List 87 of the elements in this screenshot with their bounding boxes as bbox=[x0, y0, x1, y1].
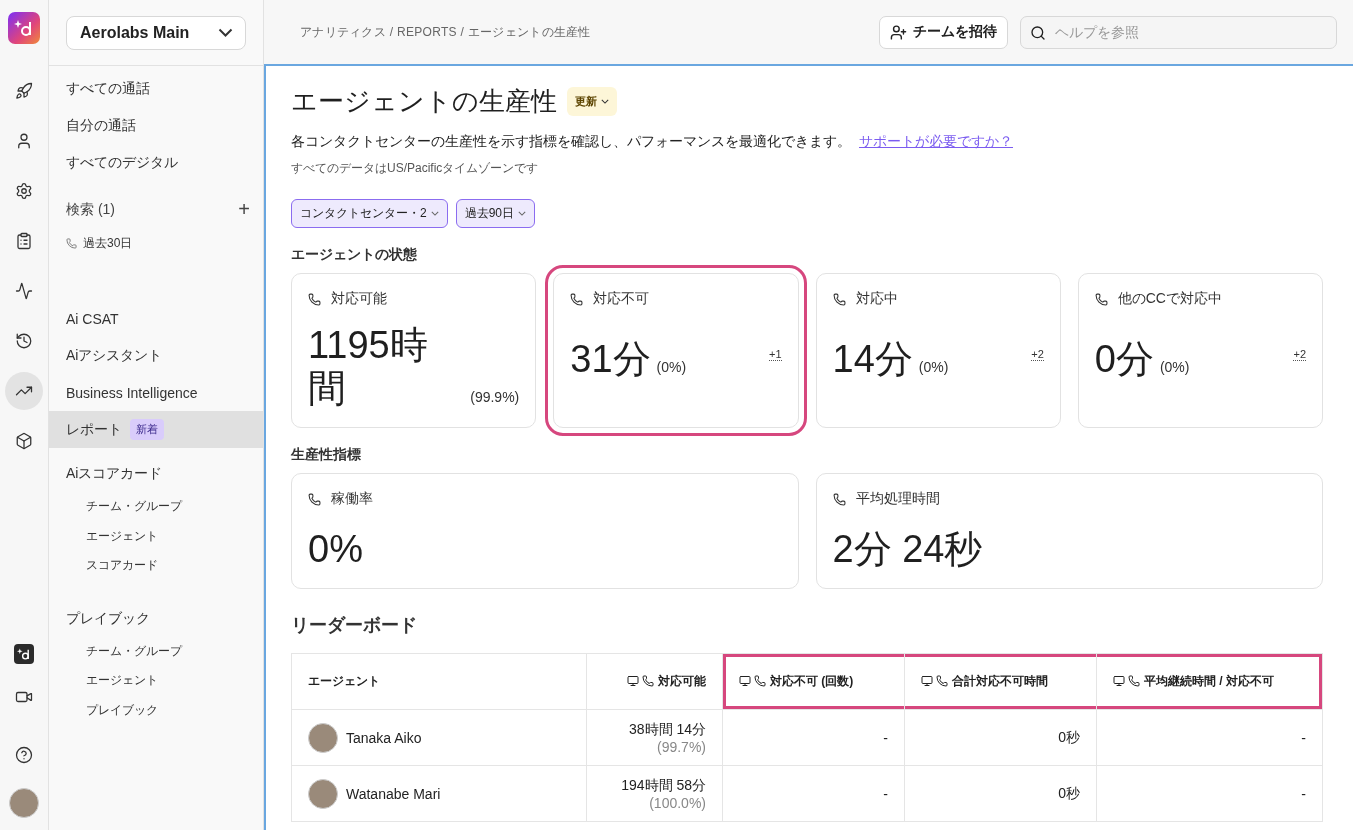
more-count[interactable]: +2 bbox=[1031, 348, 1044, 361]
search-icon bbox=[1030, 24, 1046, 41]
column-header[interactable]: 平均継続時間 / 対応不可 bbox=[1096, 653, 1323, 710]
column-header[interactable]: 対応可能 bbox=[586, 653, 723, 710]
agent-avatar bbox=[308, 778, 338, 809]
update-dropdown[interactable]: 更新 bbox=[567, 87, 617, 116]
sidebar-section-label: 検索 (1) bbox=[66, 200, 115, 219]
help-link[interactable]: サポートが必要ですか？ bbox=[859, 133, 1013, 151]
card-percent: (0%) bbox=[1159, 359, 1190, 378]
card-label: 対応中 bbox=[855, 290, 898, 308]
sidebar-group-label: プレイブック bbox=[65, 608, 151, 628]
phone-icon bbox=[1094, 292, 1108, 306]
new-badge: 新着 bbox=[130, 419, 164, 440]
card-value: 0% bbox=[308, 528, 363, 572]
phone-icon bbox=[308, 492, 321, 506]
card-percent: (0%) bbox=[918, 359, 949, 378]
phone-icon bbox=[308, 292, 321, 306]
table-cell: - bbox=[1096, 765, 1323, 822]
card-value: 14分 bbox=[832, 337, 913, 382]
saved-search-item[interactable]: 過去30日 bbox=[49, 228, 263, 258]
help-search-field[interactable]: ヘルプを参照 bbox=[1020, 15, 1337, 49]
card-value: 2分 24秒 bbox=[832, 528, 983, 572]
table-cell: 0秒 bbox=[904, 709, 1097, 766]
sidebar-item-label: レポート bbox=[66, 420, 122, 439]
card-label: 他のCCで対応中 bbox=[1117, 290, 1222, 308]
table-cell: - bbox=[722, 709, 905, 766]
column-header[interactable]: 対応不可 (回数) bbox=[722, 653, 905, 710]
add-button[interactable]: + bbox=[238, 198, 250, 221]
section-heading: エージェントの状態 bbox=[291, 246, 418, 264]
sidebar-item[interactable]: Business Intelligence bbox=[49, 374, 263, 411]
breadcrumb: アナリティクス / REPORTS / エージェントの生産性 bbox=[300, 23, 592, 41]
sidebar-item[interactable]: 自分の通話 bbox=[49, 107, 263, 144]
card-label: 対応可能 bbox=[331, 290, 387, 308]
phone-icon bbox=[832, 292, 846, 306]
filter-chip[interactable]: コンタクトセンター・2 bbox=[291, 199, 448, 228]
column-header[interactable]: エージェント bbox=[291, 653, 587, 710]
sidebar-item[interactable]: すべての通話 bbox=[49, 70, 263, 107]
card-label: 稼働率 bbox=[331, 490, 373, 508]
sidebar-item[interactable]: すべてのデジタル bbox=[49, 144, 263, 181]
filter-chip[interactable]: 過去90日 bbox=[455, 199, 536, 228]
sidebar-subitem[interactable]: プレイブック bbox=[49, 695, 263, 725]
card-value: 1195時間 bbox=[308, 323, 429, 411]
workspace-select[interactable]: Aerolabs Main bbox=[66, 15, 246, 50]
card-label: 対応不可 bbox=[593, 290, 650, 308]
phone-icon bbox=[570, 292, 584, 306]
sidebar-subitem[interactable]: エージェント bbox=[49, 521, 263, 551]
timezone-note: すべてのデータはUS/Pacificタイムゾーンです bbox=[291, 160, 540, 177]
table-cell: - bbox=[1096, 709, 1323, 766]
card-label: 平均処理時間 bbox=[855, 490, 940, 508]
sidebar-item[interactable]: Ai CSAT bbox=[49, 300, 263, 337]
table-cell: 0秒 bbox=[904, 765, 1097, 822]
add-user-icon bbox=[890, 23, 907, 41]
column-header[interactable]: 合計対応不可時間 bbox=[904, 653, 1097, 710]
sidebar-subitem[interactable]: スコアカード bbox=[49, 551, 263, 581]
table-cell: 194時間 58分 (100.0%) bbox=[586, 765, 723, 822]
phone-icon bbox=[66, 237, 77, 249]
card-percent: (99.9%) bbox=[470, 389, 520, 407]
sidebar-group-label: Aiスコアカード bbox=[65, 464, 164, 483]
section-heading: リーダーボード bbox=[291, 614, 418, 637]
section-heading: 生産性指標 bbox=[291, 446, 362, 464]
agent-avatar bbox=[308, 722, 338, 753]
saved-search-label: 過去30日 bbox=[83, 234, 133, 252]
card-value: 0分 bbox=[1094, 337, 1154, 382]
sidebar-item[interactable]: レポート 新着 bbox=[49, 411, 263, 448]
sidebar-item[interactable]: Aiアシスタント bbox=[49, 337, 263, 374]
user-avatar[interactable] bbox=[9, 788, 39, 818]
table-cell: 38時間 14分 (99.7%) bbox=[586, 709, 723, 766]
table-cell: - bbox=[722, 765, 905, 822]
sidebar-subitem[interactable]: チーム・グループ bbox=[49, 492, 263, 522]
page-description: 各コンタクトセンターの生産性を示す指標を確認し、パフォーマンスを最適化できます。 bbox=[291, 133, 851, 151]
card-value: 31分 bbox=[570, 337, 651, 382]
app-logo-icon[interactable] bbox=[14, 644, 34, 664]
more-count[interactable]: +1 bbox=[768, 348, 782, 361]
page-title: エージェントの生産性 bbox=[291, 85, 557, 118]
agent-name: Tanaka Aiko bbox=[346, 729, 422, 746]
invite-team-button[interactable]: チームを招待 bbox=[879, 15, 1008, 49]
agent-name: Watanabe Mari bbox=[346, 785, 441, 802]
card-percent: (0%) bbox=[656, 359, 687, 378]
chevron-down-icon bbox=[430, 211, 439, 216]
trending-up-icon[interactable] bbox=[5, 372, 43, 410]
chevron-down-icon bbox=[601, 99, 609, 104]
sidebar-subitem[interactable]: エージェント bbox=[49, 666, 263, 696]
chevron-down-icon bbox=[518, 211, 527, 216]
phone-icon bbox=[832, 492, 846, 506]
chevron-down-icon bbox=[218, 28, 233, 37]
more-count[interactable]: +2 bbox=[1293, 348, 1306, 361]
sidebar-subitem[interactable]: チーム・グループ bbox=[49, 636, 263, 666]
